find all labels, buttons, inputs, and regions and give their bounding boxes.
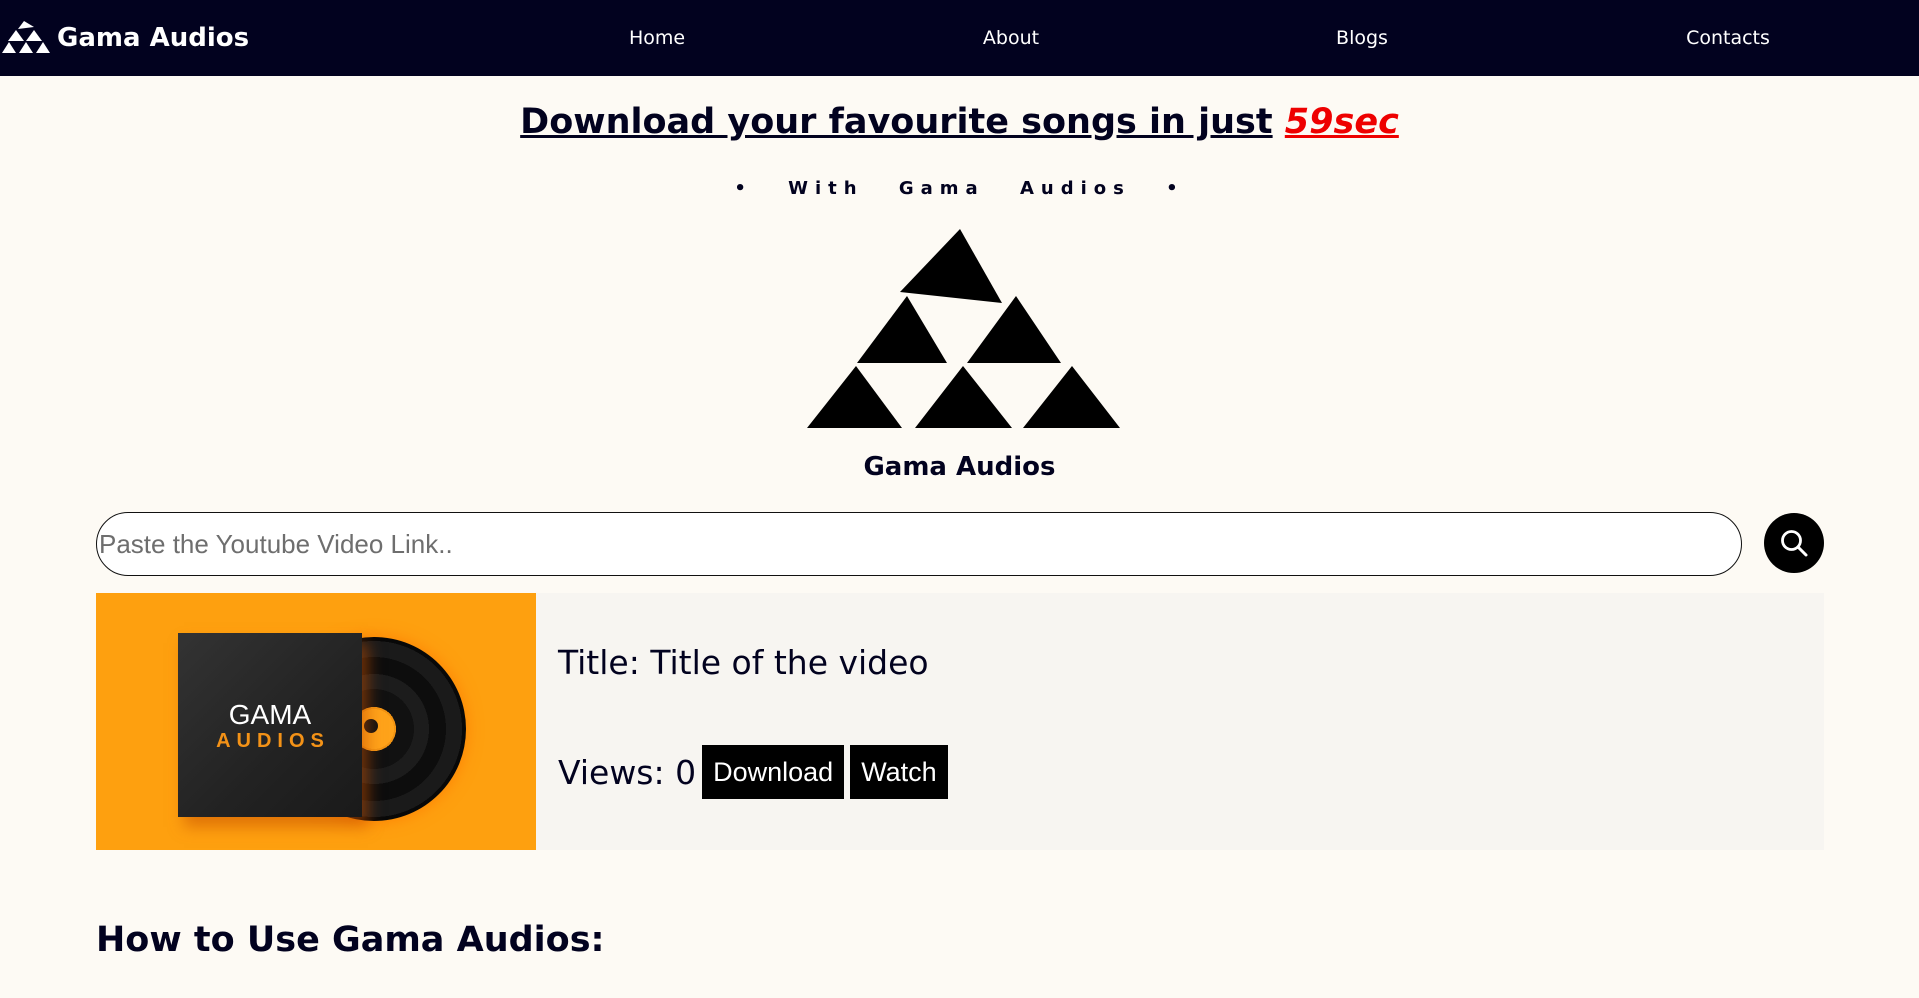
nav-link-blogs[interactable]: Blogs [1336, 27, 1388, 49]
tagline: • With Gama Audios • [734, 178, 1185, 199]
views-count: Views: 0 [558, 752, 697, 792]
headline-text: Download your favourite songs in just [520, 102, 1273, 142]
logo-caption: Gama Audios [863, 452, 1056, 482]
search-icon [1781, 530, 1808, 557]
watch-button[interactable]: Watch [850, 745, 948, 799]
download-button[interactable]: Download [702, 745, 845, 799]
gama-triangles-logo-icon [2, 21, 50, 53]
thumbnail-title: GAMA [228, 699, 312, 730]
album-sleeve: GAMA AUDIOS [178, 633, 362, 817]
gama-triangles-logo-icon [807, 229, 1120, 428]
brand-name: Gama Audios [57, 23, 250, 53]
search-button[interactable] [1764, 513, 1824, 573]
brand-link[interactable]: Gama Audios [2, 18, 249, 58]
views-row: Views: 0 Download Watch [558, 745, 948, 799]
nav-link-home[interactable]: Home [629, 27, 685, 49]
video-result-card: GAMA AUDIOS Title: Title of the video Vi… [96, 593, 1824, 850]
video-title: Title: Title of the video [558, 643, 929, 682]
page-headline: Download your favourite songs in just 59… [0, 102, 1919, 142]
vinyl-center-hole [364, 719, 378, 733]
nav-link-about[interactable]: About [983, 27, 1039, 49]
thumbnail-subtitle: AUDIOS [216, 730, 330, 752]
headline-accent: 59sec [1284, 102, 1399, 142]
video-link-input[interactable] [96, 512, 1742, 576]
navbar: Gama Audios Home About Blogs Contacts [0, 0, 1919, 76]
video-thumbnail: GAMA AUDIOS [96, 593, 536, 850]
nav-link-contacts[interactable]: Contacts [1686, 27, 1770, 49]
how-to-heading: How to Use Gama Audios: [96, 920, 605, 960]
